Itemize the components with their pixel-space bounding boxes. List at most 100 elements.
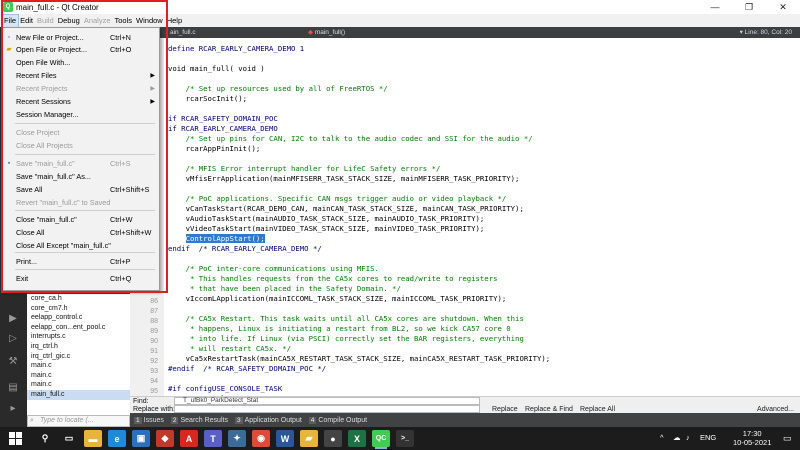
menu-tools[interactable]: Tools [113, 15, 135, 27]
code-editor[interactable]: define RCAR_EARLY_CAMERA_DEMO 1 void main… [164, 38, 800, 396]
clock[interactable]: 17:30 10-05-2021 [733, 429, 771, 447]
file-menu-item[interactable]: Close All Projects [3, 140, 159, 152]
locator-input[interactable]: ⌕ Type to locate (... [27, 415, 130, 427]
menu-analyze[interactable]: Analyze [82, 15, 113, 27]
debug-run-icon[interactable]: ▷ [6, 332, 20, 346]
menu-build[interactable]: Build [35, 15, 56, 27]
chrome-icon[interactable]: ◉ [252, 430, 270, 447]
file-menu-item-label: Save "main_full.c" [16, 159, 75, 168]
maximize-button[interactable]: ❐ [732, 0, 766, 14]
file-menu-item-shortcut: Ctrl+N [110, 33, 131, 42]
app-icon[interactable]: ◆ [156, 430, 174, 447]
teams-icon[interactable]: T [204, 430, 222, 447]
edge-icon[interactable]: e [108, 430, 126, 447]
locator-placeholder: Type to locate (... [40, 417, 94, 424]
kit-icon[interactable]: ▸ [6, 402, 20, 416]
open-document-item[interactable]: main.c [27, 380, 130, 390]
file-menu-item[interactable]: Close All Ctrl+Shift+W [3, 227, 159, 239]
notifications-icon[interactable]: ▭ [783, 433, 792, 444]
menu-debug[interactable]: Debug [56, 15, 82, 27]
file-menu-item[interactable]: Recent Files ▶ [3, 70, 159, 82]
file-menu-item[interactable]: Session Manager... [3, 109, 159, 121]
file-menu-item[interactable]: Close All Except "main_full.c" [3, 240, 159, 252]
volume-icon[interactable]: ♪ [686, 433, 690, 442]
file-menu-item[interactable]: Save All Ctrl+Shift+S [3, 184, 159, 196]
store-icon[interactable]: ▣ [132, 430, 150, 447]
open-document-item[interactable]: eelapp_control.c [27, 313, 130, 323]
open-document-item[interactable]: main.c [27, 371, 130, 381]
save-icon: ▪ [7, 160, 11, 167]
word-icon[interactable]: W [276, 430, 294, 447]
file-menu-item[interactable]: Save "main_full.c" As... [3, 171, 159, 183]
app2-icon[interactable]: ● [324, 430, 342, 447]
run-icon[interactable]: ▶ [6, 312, 20, 326]
submenu-arrow-icon: ▶ [150, 86, 155, 92]
minimize-button[interactable]: — [698, 0, 732, 14]
excel-icon[interactable]: X [348, 430, 366, 447]
replace-input[interactable] [174, 405, 480, 413]
open-document-item[interactable]: main_full.c [27, 389, 130, 400]
symbol-selector[interactable]: ◆ main_full() [308, 28, 345, 37]
line-number: 95 [150, 388, 158, 395]
file-menu-item[interactable]: ▫ New File or Project... Ctrl+N [3, 32, 159, 44]
file-menu-item[interactable]: ▪ Save "main_full.c" Ctrl+S [3, 158, 159, 170]
open-document-item[interactable]: main.c [27, 361, 130, 371]
settings-icon[interactable]: ✦ [228, 430, 246, 447]
task-view-icon[interactable]: ▭ [60, 430, 78, 447]
replace-label: Replace with: [133, 406, 176, 413]
qtcreator-icon[interactable]: QC [372, 430, 390, 449]
output-pane-tab[interactable]: 4 Compile Output [308, 416, 367, 424]
output-pane-tab[interactable]: 3 Application Output [234, 416, 302, 424]
highlighted-symbol: ControlAppStart(); [185, 234, 265, 243]
tray-chevron-icon[interactable]: ^ [660, 433, 664, 442]
open-document-item[interactable]: core_cm7.h [27, 304, 130, 314]
code-line: rcarSocInit(); [168, 94, 248, 103]
open-document-item[interactable]: irq_ctrl.h [27, 342, 130, 352]
advanced-button[interactable]: Advanced... [757, 406, 794, 413]
find-input[interactable]: T_ufBk0_ParkDetect_Stat [174, 397, 480, 405]
title-bar: Q main_full.c - Qt Creator — ❐ ✕ [0, 0, 800, 14]
file-menu-item[interactable]: ▰ Open File or Project... Ctrl+O [3, 44, 159, 56]
output-pane-tab[interactable]: 2 Search Results [170, 416, 228, 424]
open-document-item[interactable]: eelapp_con...ent_pool.c [27, 323, 130, 333]
menu-edit[interactable]: Edit [18, 15, 35, 27]
open-document-item[interactable]: interrupts.c [27, 332, 130, 342]
replace-button[interactable]: Replace [492, 406, 518, 413]
onedrive-icon[interactable]: ☁ [673, 433, 681, 442]
file-selector[interactable]: ain_full.c [170, 28, 196, 37]
file-menu-item[interactable]: Print... Ctrl+P [3, 256, 159, 268]
windows-start-icon[interactable] [9, 432, 22, 445]
file-explorer-icon[interactable]: ▬ [84, 430, 102, 447]
language-indicator[interactable]: ENG [700, 433, 716, 442]
explorer-icon[interactable]: ▰ [300, 430, 318, 447]
code-line: if RCAR_EARLY_CAMERA_DEMO [168, 124, 278, 133]
find-label: Find: [133, 398, 149, 405]
file-menu-item[interactable]: Recent Projects ▶ [3, 83, 159, 95]
file-menu-item[interactable]: Exit Ctrl+Q [3, 273, 159, 285]
function-name: main_full() [314, 29, 346, 36]
code-line: * into life. If Linux (via PSCI) correct… [168, 334, 524, 343]
search-icon[interactable]: ⚲ [36, 430, 54, 447]
open-documents-pane: Open Documents ✕ core_ca.hcore_cm7.heela… [27, 286, 130, 416]
replace-find-button[interactable]: Replace & Find [525, 406, 573, 413]
acrobat-icon[interactable]: A [180, 430, 198, 447]
submenu-arrow-icon: ▶ [150, 99, 155, 105]
output-pane-tab[interactable]: 1 Issues [134, 416, 164, 424]
menu-help[interactable]: Help [165, 15, 184, 27]
file-menu-item[interactable]: Close "main_full.c" Ctrl+W [3, 214, 159, 226]
open-document-item[interactable]: irq_ctrl_gic.c [27, 352, 130, 362]
terminal-icon[interactable]: >_ [396, 430, 414, 447]
open-document-item[interactable]: core_ca.h [27, 294, 130, 304]
replace-all-button[interactable]: Replace All [580, 406, 615, 413]
file-menu-item[interactable]: Revert "main_full.c" to Saved [3, 197, 159, 209]
device-icon[interactable]: ▤ [6, 381, 20, 395]
close-button[interactable]: ✕ [766, 0, 800, 14]
file-menu-item[interactable]: Open File With... [3, 57, 159, 69]
menu-separator [15, 154, 155, 155]
code-line: rcarAppPinInit(); [168, 144, 261, 153]
menu-window[interactable]: Window [134, 15, 165, 27]
menu-file[interactable]: File [0, 13, 20, 28]
file-menu-item[interactable]: Recent Sessions ▶ [3, 96, 159, 108]
file-menu-item[interactable]: Close Project [3, 127, 159, 139]
build-hammer-icon[interactable]: ⚒ [6, 355, 20, 369]
